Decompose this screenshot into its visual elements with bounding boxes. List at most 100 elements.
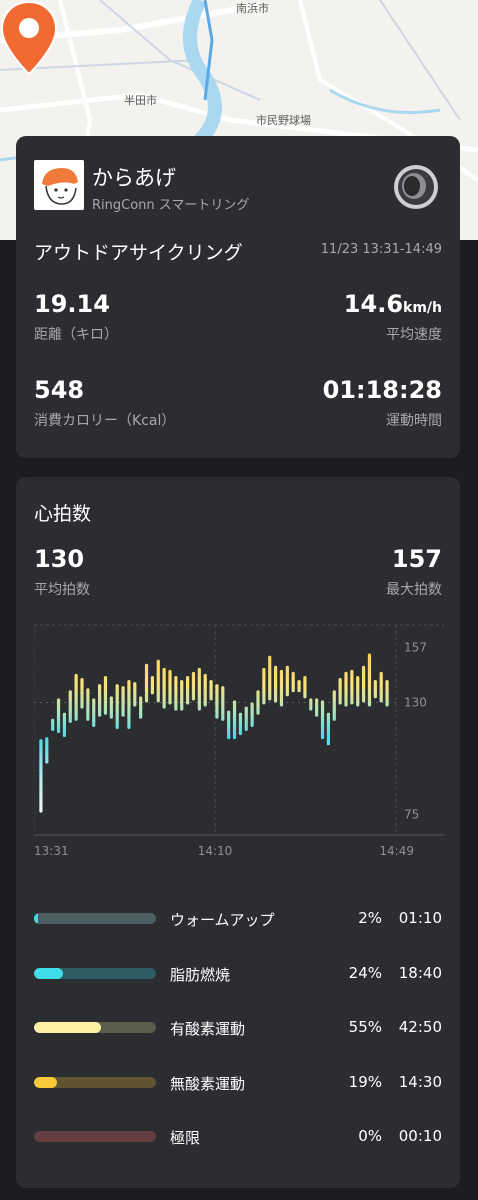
- hr-range-bar: [256, 690, 260, 715]
- hr-range-bar: [238, 712, 242, 736]
- calories-label: 消費カロリー（Kcal）: [34, 413, 176, 429]
- hr-range-bar: [320, 700, 325, 740]
- duration-label: 運動時間: [386, 413, 442, 429]
- hr-range-bar: [291, 671, 295, 693]
- zone-progress-bar: [34, 1077, 156, 1088]
- zone-name: 脂肪燃焼: [170, 966, 231, 984]
- speed-value: 14.6: [343, 290, 404, 318]
- hr-range-bar: [174, 675, 178, 711]
- hr-range-bar: [385, 680, 389, 707]
- y-tick-label: 75: [404, 808, 419, 822]
- activity-title: アウトドアサイクリング: [34, 242, 243, 264]
- max-hr-value: 157: [391, 545, 442, 573]
- hr-range-bar: [156, 659, 160, 703]
- zone-percent: 2%: [358, 909, 382, 927]
- duration-value: 01:18:28: [322, 376, 442, 404]
- zone-time: 01:10: [398, 909, 442, 927]
- map-label-handa: 半田市: [124, 94, 157, 107]
- hr-range-bar: [56, 698, 61, 734]
- hr-range-bar: [109, 696, 113, 719]
- avatar-illustration-icon: [34, 160, 84, 210]
- hr-range-bar: [279, 669, 284, 707]
- zone-row: 有酸素運動 55% 42:50: [34, 1016, 442, 1040]
- speed-unit: km/h: [403, 300, 442, 316]
- heart-rate-chart[interactable]: 157 130 75 13:31 14:10 14:49: [33, 623, 444, 863]
- hr-range-bar: [362, 665, 366, 703]
- hr-range-bar: [297, 680, 301, 693]
- hr-range-bar: [274, 665, 278, 703]
- x-tick-label: 14:49: [379, 844, 414, 858]
- hr-range-bar: [144, 663, 149, 703]
- stat-max-hr: 157 最大拍数: [386, 545, 442, 599]
- distance-value: 19.14: [34, 290, 110, 318]
- stat-distance: 19.14 距離（キロ）: [34, 290, 118, 344]
- zone-row: 極限 0% 00:10: [34, 1125, 442, 1149]
- zone-percent: 0%: [358, 1127, 382, 1145]
- y-tick-label: 130: [404, 695, 427, 709]
- hr-range-bar: [98, 684, 102, 717]
- user-name: からあげ: [92, 166, 176, 190]
- hr-range-bar: [373, 680, 377, 699]
- zone-name: 極限: [170, 1129, 201, 1147]
- zone-progress-fill: [34, 1077, 58, 1088]
- zone-progress-fill: [34, 968, 64, 979]
- zone-time: 42:50: [398, 1018, 442, 1036]
- zone-progress-bar: [34, 913, 156, 924]
- smart-ring-icon: [394, 165, 438, 209]
- hr-range-bar: [68, 690, 72, 723]
- hr-range-bar: [356, 675, 360, 707]
- stat-avg-hr: 130 平均拍数: [34, 545, 90, 599]
- avatar[interactable]: [34, 160, 84, 210]
- hr-range-bar: [62, 712, 66, 738]
- hr-range-bar: [139, 696, 143, 719]
- hr-range-bar: [221, 686, 225, 721]
- map-label-city: 南浜市: [236, 2, 269, 15]
- location-pin-icon: [0, 0, 58, 76]
- zone-percent: 19%: [348, 1073, 382, 1091]
- hr-range-bar: [209, 680, 213, 701]
- hr-range-bar: [338, 678, 342, 705]
- zone-time: 18:40: [398, 964, 442, 982]
- hr-range-bar: [115, 684, 119, 729]
- zone-name: 有酸素運動: [170, 1020, 246, 1038]
- activity-time-range: 11/23 13:31-14:49: [320, 242, 442, 257]
- zone-row: ウォームアップ 2% 01:10: [34, 907, 442, 931]
- hr-range-bar: [162, 667, 166, 709]
- hr-range-bar: [86, 688, 90, 721]
- stat-speed: 14.6km/h 平均速度: [344, 290, 442, 344]
- user-row: からあげ RingConn スマートリング: [34, 160, 442, 213]
- hr-range-bar: [180, 680, 184, 711]
- hr-range-bar: [379, 671, 383, 703]
- hr-range-bar: [268, 655, 272, 701]
- calories-value: 548: [34, 376, 85, 404]
- heart-rate-card: 心拍数 130 平均拍数 157 最大拍数 157 130 75 13:31 14:10…: [16, 477, 460, 1188]
- zone-row: 無酸素運動 19% 14:30: [34, 1071, 442, 1095]
- hr-range-bar: [232, 700, 237, 740]
- hr-range-bar: [127, 680, 131, 729]
- hr-range-bar: [103, 675, 108, 715]
- hr-range-bar: [45, 737, 49, 764]
- y-tick-label: 157: [404, 640, 427, 654]
- hr-range-bar: [133, 682, 137, 707]
- hr-range-bar: [344, 671, 348, 707]
- zone-row: 脂肪燃焼 24% 18:40: [34, 962, 442, 986]
- distance-label: 距離（キロ）: [34, 327, 118, 343]
- hr-range-bar: [309, 698, 313, 711]
- zone-progress-fill: [34, 913, 38, 924]
- hr-range-bar: [326, 712, 330, 746]
- hr-range-bar: [197, 667, 201, 711]
- hr-range-bar: [203, 673, 207, 707]
- x-tick-label: 14:10: [198, 844, 233, 858]
- zone-name: ウォームアップ: [170, 911, 275, 929]
- zone-percent: 55%: [348, 1018, 382, 1036]
- hr-range-bar: [186, 675, 190, 705]
- activity-summary-card: からあげ RingConn スマートリング アウトドアサイクリング 11/23 …: [16, 136, 460, 458]
- zone-name: 無酸素運動: [170, 1075, 246, 1093]
- hr-range-bar: [250, 702, 254, 727]
- hr-range-bar: [262, 667, 266, 705]
- hr-range-bar: [39, 739, 43, 813]
- zone-percent: 24%: [348, 964, 382, 982]
- hr-range-bar: [367, 653, 372, 707]
- hr-range-bar: [227, 710, 231, 740]
- stat-calories: 548 消費カロリー（Kcal）: [34, 376, 175, 430]
